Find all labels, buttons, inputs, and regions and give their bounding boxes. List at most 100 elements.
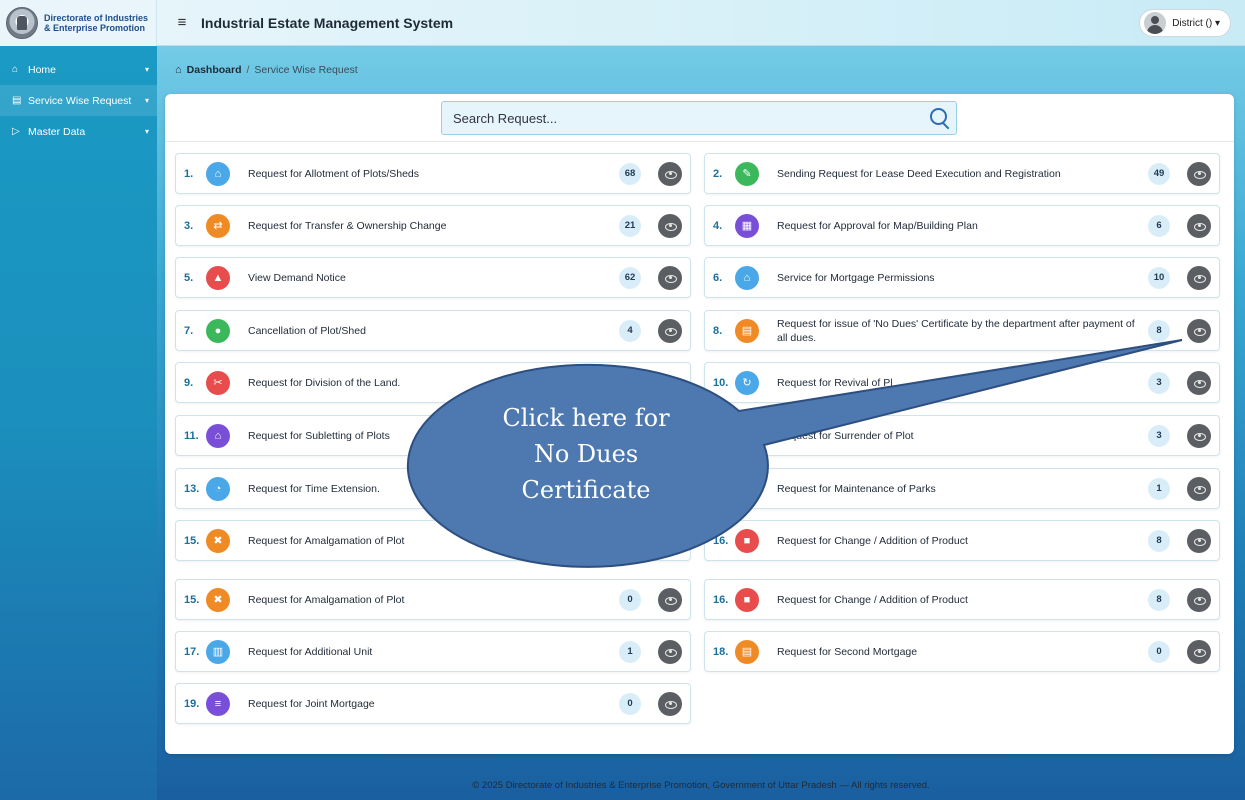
file-icon: ▷ [12,126,20,137]
eye-icon[interactable] [658,161,682,186]
chevron-down-icon: ▾ [144,96,149,105]
avatar [1144,12,1167,34]
eye-icon[interactable] [1187,587,1211,612]
count-badge: 1 [1148,477,1170,500]
service-number: 16. [713,534,729,547]
edit-icon: ✎ [735,161,759,186]
eye-icon[interactable] [1187,161,1211,186]
eye-icon[interactable] [658,587,682,612]
factory-icon: ▥ [206,639,230,664]
service-number: 16. [713,593,729,606]
service-card[interactable]: 4. ▦ Request for Approval for Map/Building… [704,205,1220,246]
service-label: Request for issue of 'No Dues' Certifica… [777,317,1135,344]
service-label: Request for Amalgamation of Plot [248,593,405,606]
service-card[interactable]: 12. ⚑ Request for Surrender of Plot 3 [704,415,1220,456]
service-number: 6. [713,271,723,284]
service-card[interactable]: 14. ♣ Request for Maintenance of Parks 1 [704,468,1220,509]
hamburger-menu-icon[interactable]: ≡ [173,14,191,31]
brand-line-1: Directorate of Industries [44,12,149,23]
service-card[interactable]: 8. ▤ Request for issue of 'No Dues' Certif… [704,310,1220,351]
flag-icon: ⚑ [735,423,759,448]
service-label: Request for Surrender of Plot [777,429,914,442]
emblem-icon [6,6,38,39]
service-number: 10. [713,376,729,389]
chevron-down-icon: ▾ [144,65,149,74]
user-name: District () ▾ [1172,17,1220,29]
service-number: 19. [184,697,200,710]
eye-icon[interactable] [658,213,682,238]
count-badge: 8 [1148,529,1170,552]
eye-icon[interactable] [1187,423,1211,448]
service-card[interactable]: 1. ⌂ Request for Allotment of Plots/Sheds 6… [175,153,691,194]
breadcrumb-dashboard[interactable]: Dashboard [187,64,242,76]
chevron-down-icon: ▾ [144,127,149,136]
breadcrumb: ⌂ Dashboard / Service Wise Request [157,58,358,82]
transfer-icon: ⇄ [206,213,230,238]
eye-icon[interactable] [658,318,682,343]
eye-icon[interactable] [1187,476,1211,501]
tree-icon: ♣ [735,476,759,501]
service-card[interactable]: 3. ⇄ Request for Transfer & Ownership Chan… [175,205,691,246]
app-title: Industrial Estate Management System [201,14,454,31]
panel-header: Search Request... [165,94,1234,142]
service-card[interactable]: 19. ≡ Request for Joint Mortgage 0 [175,683,691,724]
service-card[interactable]: 16. ■ Request for Change / Addition of Pro… [704,520,1220,561]
service-card[interactable]: 16. ■ Request for Change / Addition of Pro… [704,579,1220,620]
eye-icon[interactable] [658,265,682,290]
service-card[interactable]: 18. ▤ Request for Second Mortgage 0 [704,631,1220,672]
service-card[interactable]: 6. ⌂ Service for Mortgage Permissions 10 [704,257,1220,298]
eye-icon[interactable] [658,639,682,664]
service-number: 18. [713,645,729,658]
service-label: Request for Approval for Map/Building Pl… [777,219,978,232]
service-label: Request for Division of the Land. [248,376,401,389]
certificate-icon: ▤ [735,318,759,343]
footer: © 2025 Directorate of Industries & Enter… [157,770,1245,800]
sidebar-item-service-wise-request[interactable]: ▤ Service Wise Request ▾ [0,85,157,116]
service-number: 1. [184,167,194,180]
count-badge: 1 [619,640,641,663]
brand[interactable]: Directorate of Industries & Enterprise P… [0,0,157,46]
service-label: Cancellation of Plot/Shed [248,324,366,337]
eye-icon[interactable] [1187,639,1211,664]
home-icon: ⌂ [12,64,19,75]
service-card[interactable]: 17. ▥ Request for Additional Unit 1 [175,631,691,672]
service-card[interactable]: 10. ↻ Request for Revival of Pl 3 [704,362,1220,403]
service-label: Request for Transfer & Ownership Change [248,219,447,232]
count-badge: 0 [1148,640,1170,663]
callout-line-2: No Dues [533,440,639,468]
eye-icon[interactable] [658,691,682,716]
eye-icon[interactable] [1187,528,1211,553]
service-card[interactable]: 9. ✂ Request for Division of the Land. [175,362,691,403]
service-card[interactable]: 2. ✎ Sending Request for Lease Deed Execut… [704,153,1220,194]
service-card[interactable]: 5. ▲ View Demand Notice 62 [175,257,691,298]
search-icon[interactable] [922,101,956,135]
search-input[interactable]: Search Request... [441,101,957,135]
service-number: 11. [184,429,199,442]
eye-icon[interactable] [1187,265,1211,290]
callout-line-1: Click here for [502,404,670,432]
search-placeholder: Search Request... [453,110,558,126]
service-label: Sending Request for Lease Deed Execution… [777,167,1061,180]
sidebar-item-label: Home [28,63,57,76]
footer-text: © 2025 Directorate of Industries & Enter… [472,779,930,791]
service-card[interactable]: 15. ✖ Request for Amalgamation of Plot [175,520,691,561]
bank-icon: ⌂ [206,161,230,186]
eye-icon[interactable] [1187,370,1211,395]
user-menu[interactable]: District () ▾ [1139,9,1231,37]
home-icon: ⌂ [206,423,230,448]
bell-icon: ▲ [206,265,230,290]
service-number: 8. [713,324,723,337]
sidebar-item-home[interactable]: ⌂ Home ▾ [0,54,157,85]
handshake-icon: ≡ [206,691,230,716]
service-card[interactable]: 7. ● Cancellation of Plot/Shed 4 [175,310,691,351]
count-badge: 4 [619,319,641,342]
eye-icon[interactable] [1187,213,1211,238]
bank-icon: ⌂ [735,265,759,290]
merge-icon: ✖ [206,587,230,612]
service-label: Request for Second Mortgage [777,645,918,658]
service-card[interactable]: 15. ✖ Request for Amalgamation of Plot 0 [175,579,691,620]
sidebar-item-master-data[interactable]: ▷ Master Data ▾ [0,116,157,147]
eye-icon[interactable] [1187,318,1211,343]
top-bar: Directorate of Industries & Enterprise P… [0,0,1245,46]
sidebar-item-label: Master Data [28,125,86,138]
